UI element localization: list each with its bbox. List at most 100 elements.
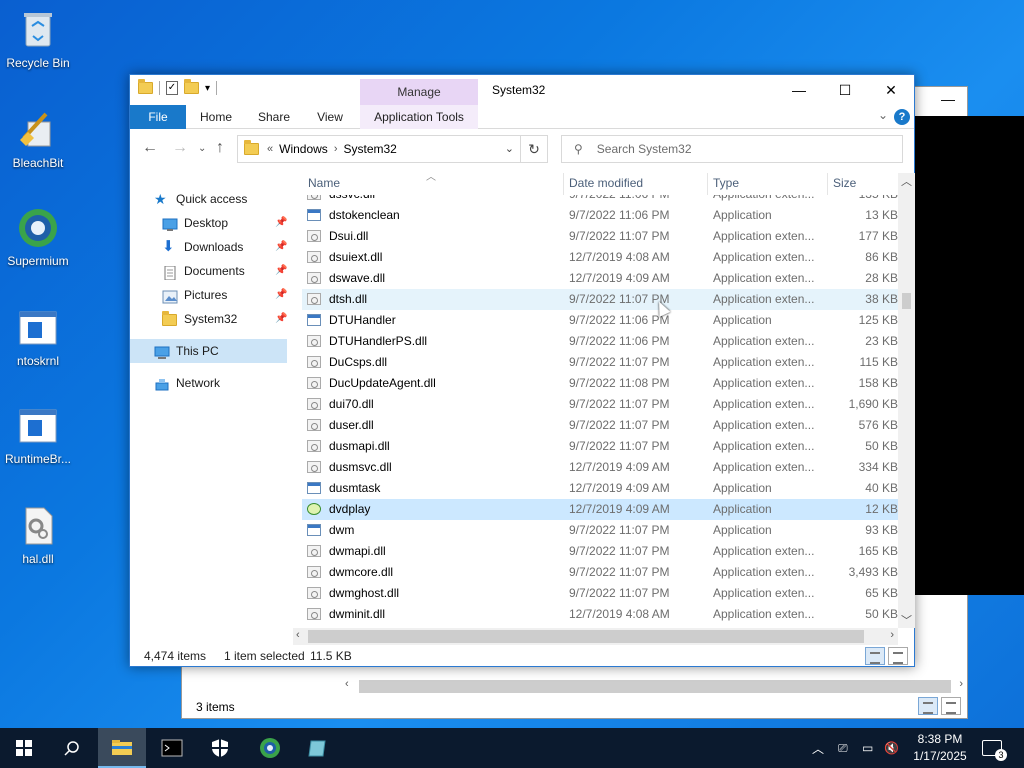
background-console-window[interactable] — [913, 116, 1024, 595]
minimize-button[interactable]: — — [776, 75, 822, 105]
meet-now-icon[interactable]: ⎚ — [838, 728, 848, 768]
nav-pictures[interactable]: Pictures 📌 — [162, 283, 292, 307]
file-row[interactable]: dusmtask 12/7/2019 4:09 AM Application 40 K… — [302, 478, 898, 499]
properties-icon[interactable]: ✓ — [166, 81, 178, 95]
file-name: dwminit.dll — [329, 607, 386, 621]
vertical-scrollbar[interactable]: ︿ ﹀ — [898, 173, 915, 628]
title-bar[interactable]: ✓ ▾ Manage System32 — ☐ ✕ — [130, 75, 914, 105]
desktop-icon-recycle-bin[interactable]: Recycle Bin — [0, 8, 76, 70]
start-button[interactable] — [0, 728, 48, 768]
file-row[interactable]: dusmsvc.dll 12/7/2019 4:09 AM Application … — [302, 457, 898, 478]
refresh-button[interactable]: ↻ — [521, 135, 548, 163]
nav-network[interactable]: Network — [154, 371, 220, 395]
column-header-size[interactable]: Size — [833, 176, 856, 190]
horizontal-scrollbar[interactable]: ‹ › — [293, 628, 898, 645]
scroll-down-icon[interactable]: ﹀ — [901, 612, 912, 628]
taskbar-security[interactable] — [196, 728, 244, 768]
desktop-icon-ntoskrnl[interactable]: ntoskrnl — [0, 306, 76, 368]
back-arrow-icon[interactable]: ← — [142, 139, 158, 157]
nav-system32[interactable]: System32 📌 — [162, 307, 292, 331]
scroll-up-icon[interactable]: ︿ — [901, 173, 912, 189]
forward-arrow-icon[interactable]: → — [172, 139, 188, 157]
scroll-right-icon[interactable]: › — [959, 678, 963, 690]
maximize-button[interactable]: ☐ — [822, 75, 868, 105]
file-name: dwm — [329, 523, 355, 537]
nav-this-pc[interactable]: This PC — [130, 339, 287, 363]
tab-application-tools[interactable]: Application Tools — [360, 105, 478, 129]
details-view-button[interactable] — [865, 647, 885, 665]
address-bar[interactable]: « Windows › System32 ⌄ — [237, 135, 521, 163]
nav-desktop[interactable]: Desktop 📌 — [162, 211, 292, 235]
customize-toolbar-icon[interactable]: ▾ — [205, 83, 210, 94]
file-row[interactable]: dwmcore.dll 9/7/2022 11:07 PM Application … — [302, 562, 898, 583]
recent-locations-icon[interactable]: ⌄ — [198, 143, 206, 154]
tab-view[interactable]: View — [302, 105, 358, 129]
scroll-left-icon[interactable]: ‹ — [296, 629, 300, 641]
scroll-right-icon[interactable]: › — [890, 629, 894, 641]
taskbar-supermium[interactable] — [246, 728, 294, 768]
column-header-name[interactable]: Name — [308, 176, 340, 190]
network-status-icon[interactable]: ▭ — [862, 728, 873, 768]
file-row[interactable]: dwminit.dll 12/7/2019 4:08 AM Application … — [302, 604, 898, 625]
taskbar-clock[interactable]: 8:38 PM 1/17/2025 — [900, 731, 980, 765]
expand-ribbon-icon[interactable]: ⌄ — [878, 108, 888, 122]
scrollbar-thumb[interactable] — [902, 293, 911, 309]
file-row[interactable]: dusmapi.dll 9/7/2022 11:07 PM Application … — [302, 436, 898, 457]
file-row[interactable]: dwm 9/7/2022 11:07 PM Application 93 KB — [302, 520, 898, 541]
notification-center-icon[interactable]: 3 — [982, 728, 1007, 768]
scrollbar-thumb[interactable] — [359, 680, 951, 693]
new-folder-icon[interactable] — [184, 79, 199, 94]
file-size: 28 KB — [865, 271, 898, 285]
breadcrumb-windows[interactable]: Windows — [279, 142, 328, 156]
large-icons-view-button[interactable] — [941, 697, 961, 715]
overflow-chevron-icon[interactable]: « — [267, 143, 273, 155]
file-row[interactable]: DTUHandler 9/7/2022 11:06 PM Application 12… — [302, 310, 898, 331]
taskbar-notepad[interactable] — [294, 728, 342, 768]
up-arrow-icon[interactable]: ↑ — [216, 139, 224, 157]
nav-documents[interactable]: Documents 📌 — [162, 259, 292, 283]
taskbar-command-prompt[interactable] — [148, 728, 196, 768]
file-row[interactable]: DuCsps.dll 9/7/2022 11:07 PM Application e… — [302, 352, 898, 373]
desktop-icon-runtimebroker[interactable]: RuntimeBr... — [0, 404, 76, 466]
column-header-date[interactable]: Date modified — [569, 176, 643, 190]
address-dropdown-icon[interactable]: ⌄ — [505, 142, 514, 155]
desktop-icon-supermium[interactable]: Supermium — [0, 206, 76, 268]
file-row[interactable]: dvdplay 12/7/2019 4:09 AM Application 12 KB — [302, 499, 898, 520]
file-row[interactable]: duser.dll 9/7/2022 11:07 PM Application ex… — [302, 415, 898, 436]
search-button[interactable] — [48, 728, 96, 768]
nav-downloads[interactable]: ⬇ Downloads 📌 — [162, 235, 292, 259]
close-button[interactable]: ✕ — [868, 75, 914, 105]
column-header-type[interactable]: Type — [713, 176, 739, 190]
tab-file[interactable]: File — [130, 105, 186, 129]
breadcrumb-system32[interactable]: System32 — [343, 142, 396, 156]
file-row[interactable]: dwmghost.dll 9/7/2022 11:07 PM Application… — [302, 583, 898, 604]
minimize-button[interactable]: — — [941, 91, 955, 107]
file-row[interactable]: DucUpdateAgent.dll 9/7/2022 11:08 PM Appli… — [302, 373, 898, 394]
help-icon[interactable]: ? — [894, 109, 910, 125]
details-view-button[interactable] — [918, 697, 938, 715]
tab-home[interactable]: Home — [186, 105, 246, 129]
background-horizontal-scrollbar[interactable]: ‹ › — [345, 678, 965, 695]
desktop-icon-hal-dll[interactable]: hal.dll — [0, 504, 76, 566]
manage-contextual-tab[interactable]: Manage — [360, 79, 478, 105]
file-row[interactable]: Dsui.dll 9/7/2022 11:07 PM Application ext… — [302, 226, 898, 247]
file-row[interactable]: dtsh.dll 9/7/2022 11:07 PM Application ext… — [302, 289, 898, 310]
search-input[interactable]: ⚲ Search System32 — [561, 135, 903, 163]
desktop-icon-bleachbit[interactable]: BleachBit — [0, 108, 76, 170]
file-row[interactable]: dstokenclean 9/7/2022 11:06 PM Application… — [302, 205, 898, 226]
show-hidden-icons[interactable]: ︿ — [812, 728, 824, 768]
tab-share[interactable]: Share — [246, 105, 302, 129]
file-row[interactable]: dui70.dll 9/7/2022 11:07 PM Application ex… — [302, 394, 898, 415]
breadcrumb-separator-icon[interactable]: › — [334, 143, 338, 155]
scrollbar-thumb[interactable] — [308, 630, 864, 643]
nav-quick-access[interactable]: ★ Quick access — [154, 187, 247, 211]
file-row[interactable]: DTUHandlerPS.dll 9/7/2022 11:06 PM Applica… — [302, 331, 898, 352]
scroll-left-icon[interactable]: ‹ — [345, 678, 349, 690]
file-row[interactable]: dsuiext.dll 12/7/2019 4:08 AM Application … — [302, 247, 898, 268]
taskbar-file-explorer[interactable] — [98, 728, 146, 768]
large-icons-view-button[interactable] — [888, 647, 908, 665]
file-row[interactable]: dwmapi.dll 9/7/2022 11:07 PM Application e… — [302, 541, 898, 562]
volume-muted-icon[interactable]: 🔇 — [884, 728, 899, 768]
file-row[interactable]: dssvc.dll 9/7/2022 11:06 PM Application ex… — [302, 195, 898, 205]
file-row[interactable]: dswave.dll 12/7/2019 4:09 AM Application e… — [302, 268, 898, 289]
